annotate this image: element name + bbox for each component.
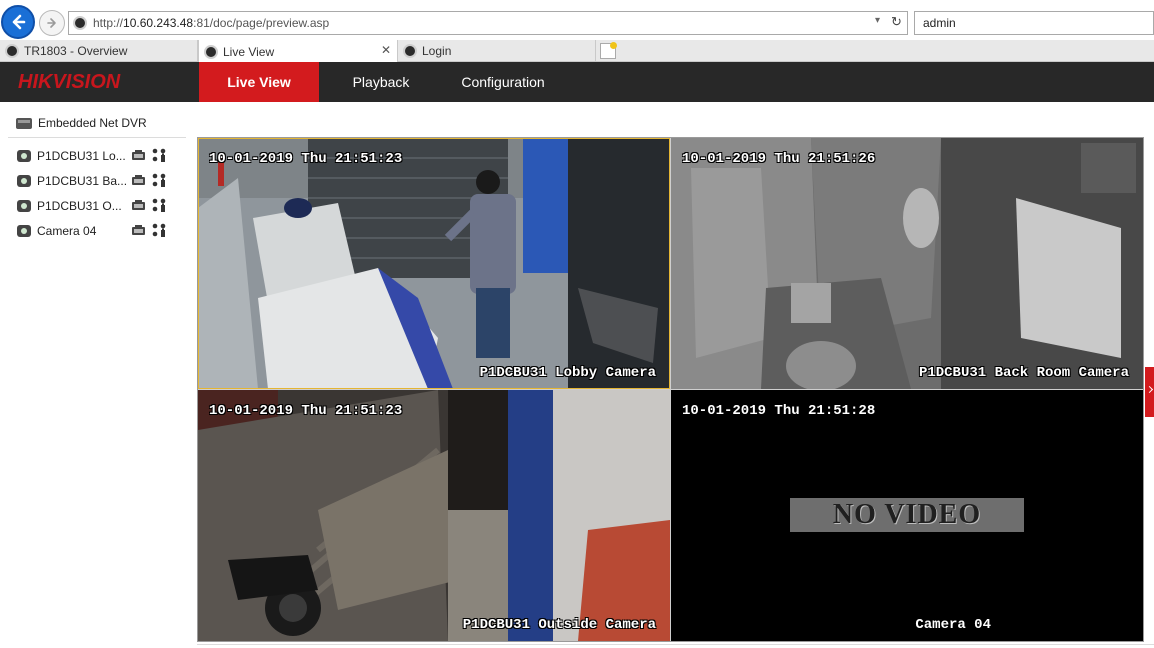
device-sidebar: Embedded Net DVR P1DCBU31 Lo... P1DCBU31…	[0, 102, 197, 648]
app-header: HIKVISION Live View Playback Configurati…	[0, 62, 1154, 102]
lobby-video-frame	[198, 138, 670, 389]
camera-icon	[17, 200, 31, 212]
nav-playback[interactable]: Playback	[331, 62, 431, 102]
tab-label: Login	[422, 44, 452, 58]
back-button[interactable]	[1, 5, 35, 39]
refresh-icon[interactable]: ↻	[891, 14, 902, 30]
url-dropdown-icon[interactable]: ▾	[875, 15, 880, 26]
record-icon[interactable]	[131, 175, 146, 186]
outside-video-frame	[198, 390, 670, 641]
ptz-control-icon[interactable]	[151, 173, 167, 188]
record-icon[interactable]	[131, 225, 146, 236]
forward-button[interactable]	[39, 10, 65, 36]
ptz-control-icon[interactable]	[151, 198, 167, 213]
device-tree-root[interactable]: Embedded Net DVR	[16, 116, 147, 130]
camera-icon	[17, 225, 31, 237]
tile-timestamp: 10-01-2019 Thu 21:51:23	[209, 403, 403, 419]
camera-list-item[interactable]: P1DCBU31 O...	[17, 196, 187, 216]
video-tile-back-room[interactable]: 10-01-2019 Thu 21:51:26 P1DCBU31 Back Ro…	[671, 138, 1143, 389]
tile-camera-name: P1DCBU31 Outside Camera	[462, 617, 656, 633]
camera-label: P1DCBU31 O...	[37, 199, 122, 213]
camera-icon	[17, 150, 31, 162]
tile-camera-name: P1DCBU31 Lobby Camera	[479, 365, 656, 381]
ptz-control-icon[interactable]	[151, 223, 167, 238]
record-icon[interactable]	[131, 150, 146, 161]
device-title: Embedded Net DVR	[38, 116, 147, 130]
back-room-video-frame	[671, 138, 1143, 389]
url-field[interactable]: http://10.60.243.48:81/doc/page/preview.…	[68, 11, 908, 35]
camera-label: Camera 04	[37, 224, 97, 238]
camera-label: P1DCBU31 Ba...	[37, 174, 128, 188]
camera-list-item[interactable]: Camera 04	[17, 221, 187, 241]
camera-list-item[interactable]: P1DCBU31 Ba...	[17, 171, 187, 191]
new-tab-button[interactable]	[600, 42, 617, 59]
no-video-indicator: NO VIDEO	[790, 498, 1024, 532]
tile-camera-name: P1DCBU31 Back Room Camera	[918, 365, 1129, 381]
url-text: http://10.60.243.48:81/doc/page/preview.…	[93, 16, 330, 30]
nav-live-view[interactable]: Live View	[199, 62, 319, 102]
tile-timestamp: 10-01-2019 Thu 21:51:23	[209, 151, 403, 167]
video-tile-camera-04[interactable]: 10-01-2019 Thu 21:51:28 NO VIDEO Camera …	[671, 390, 1143, 641]
camera-label: P1DCBU31 Lo...	[37, 149, 126, 163]
close-tab-icon[interactable]: ✕	[381, 43, 391, 57]
camera-icon	[17, 175, 31, 187]
search-field[interactable]	[914, 11, 1154, 35]
brand-logo: HIKVISION	[18, 71, 121, 93]
back-arrow-icon	[12, 14, 26, 30]
tab-live-view[interactable]: Live View ✕	[198, 40, 398, 63]
tab-favicon-icon	[403, 44, 417, 58]
site-favicon-icon	[73, 16, 87, 30]
tab-favicon-icon	[204, 44, 218, 59]
divider	[197, 644, 1154, 645]
tab-favicon-icon	[5, 44, 19, 58]
tab-login[interactable]: Login	[398, 40, 596, 62]
forward-arrow-icon	[47, 18, 56, 28]
expand-panel-handle[interactable]	[1145, 367, 1154, 417]
tab-overview[interactable]: TR1803 - Overview	[0, 40, 198, 62]
divider	[8, 137, 186, 138]
video-tile-lobby[interactable]: 10-01-2019 Thu 21:51:23 P1DCBU31 Lobby C…	[198, 138, 670, 389]
tile-timestamp: 10-01-2019 Thu 21:51:26	[682, 151, 876, 167]
record-icon[interactable]	[131, 200, 146, 211]
ptz-control-icon[interactable]	[151, 148, 167, 163]
tile-camera-name: Camera 04	[915, 617, 991, 633]
video-tile-outside[interactable]: 10-01-2019 Thu 21:51:23 P1DCBU31 Outside…	[198, 390, 670, 641]
dvr-device-icon	[16, 117, 32, 129]
nav-configuration[interactable]: Configuration	[448, 62, 558, 102]
camera-list-item[interactable]: P1DCBU31 Lo...	[17, 146, 187, 166]
tile-timestamp: 10-01-2019 Thu 21:51:28	[682, 403, 876, 419]
search-input[interactable]	[915, 12, 1153, 34]
tab-label: TR1803 - Overview	[24, 44, 128, 58]
browser-tab-strip: TR1803 - Overview Live View ✕ Login	[0, 40, 1154, 63]
browser-address-bar: http://10.60.243.48:81/doc/page/preview.…	[0, 0, 1154, 40]
tab-label: Live View	[223, 44, 275, 59]
live-video-grid: 10-01-2019 Thu 21:51:23 P1DCBU31 Lobby C…	[197, 137, 1144, 642]
